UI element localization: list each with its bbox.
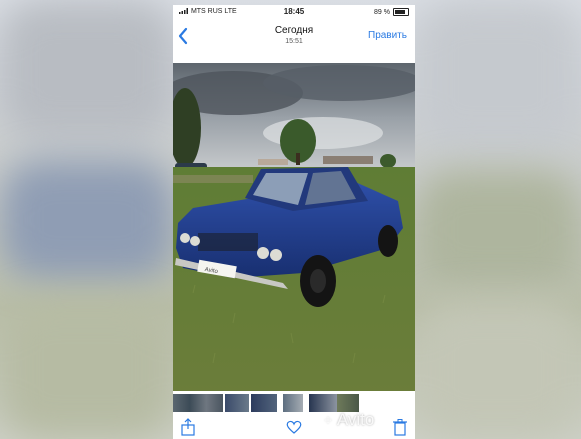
battery-icon xyxy=(393,8,409,16)
blur-ground-left xyxy=(0,300,175,439)
blur-sky-right xyxy=(415,0,581,150)
main-photo[interactable]: Avito xyxy=(173,63,415,393)
car-photo-illustration: Avito xyxy=(173,63,415,393)
share-button[interactable] xyxy=(179,418,197,436)
thumbnail-item[interactable] xyxy=(225,394,249,412)
edit-button[interactable]: Править xyxy=(368,30,407,41)
watermark-text: Avito xyxy=(336,410,375,429)
heart-icon xyxy=(286,420,302,434)
watermark-dots-icon: ⁘ xyxy=(323,413,334,428)
share-icon xyxy=(181,418,195,436)
thumbnail-item[interactable] xyxy=(283,394,303,412)
blur-grass-right xyxy=(415,170,581,290)
phone-screen: MTS RUS LTE 18:45 89 % Сегодня 15:51 Пра… xyxy=(173,5,415,439)
thumbnail-item[interactable] xyxy=(251,394,277,412)
thumbnail-item[interactable] xyxy=(173,394,223,412)
delete-button[interactable] xyxy=(391,418,409,436)
avito-watermark: ⁘ Avito xyxy=(323,410,374,430)
battery-indicator: 89 % xyxy=(374,8,409,16)
trash-icon xyxy=(393,419,407,436)
blur-blue-left xyxy=(0,160,175,280)
favorite-button[interactable] xyxy=(285,418,303,436)
bottom-toolbar xyxy=(173,415,415,439)
battery-percent: 89 % xyxy=(374,8,390,16)
status-bar: MTS RUS LTE 18:45 89 % xyxy=(173,5,415,19)
blur-ground-right xyxy=(415,300,581,439)
navigation-bar: Сегодня 15:51 Править xyxy=(173,19,415,59)
thumbnail-strip[interactable] xyxy=(173,391,415,413)
blur-sky-left xyxy=(0,0,175,140)
